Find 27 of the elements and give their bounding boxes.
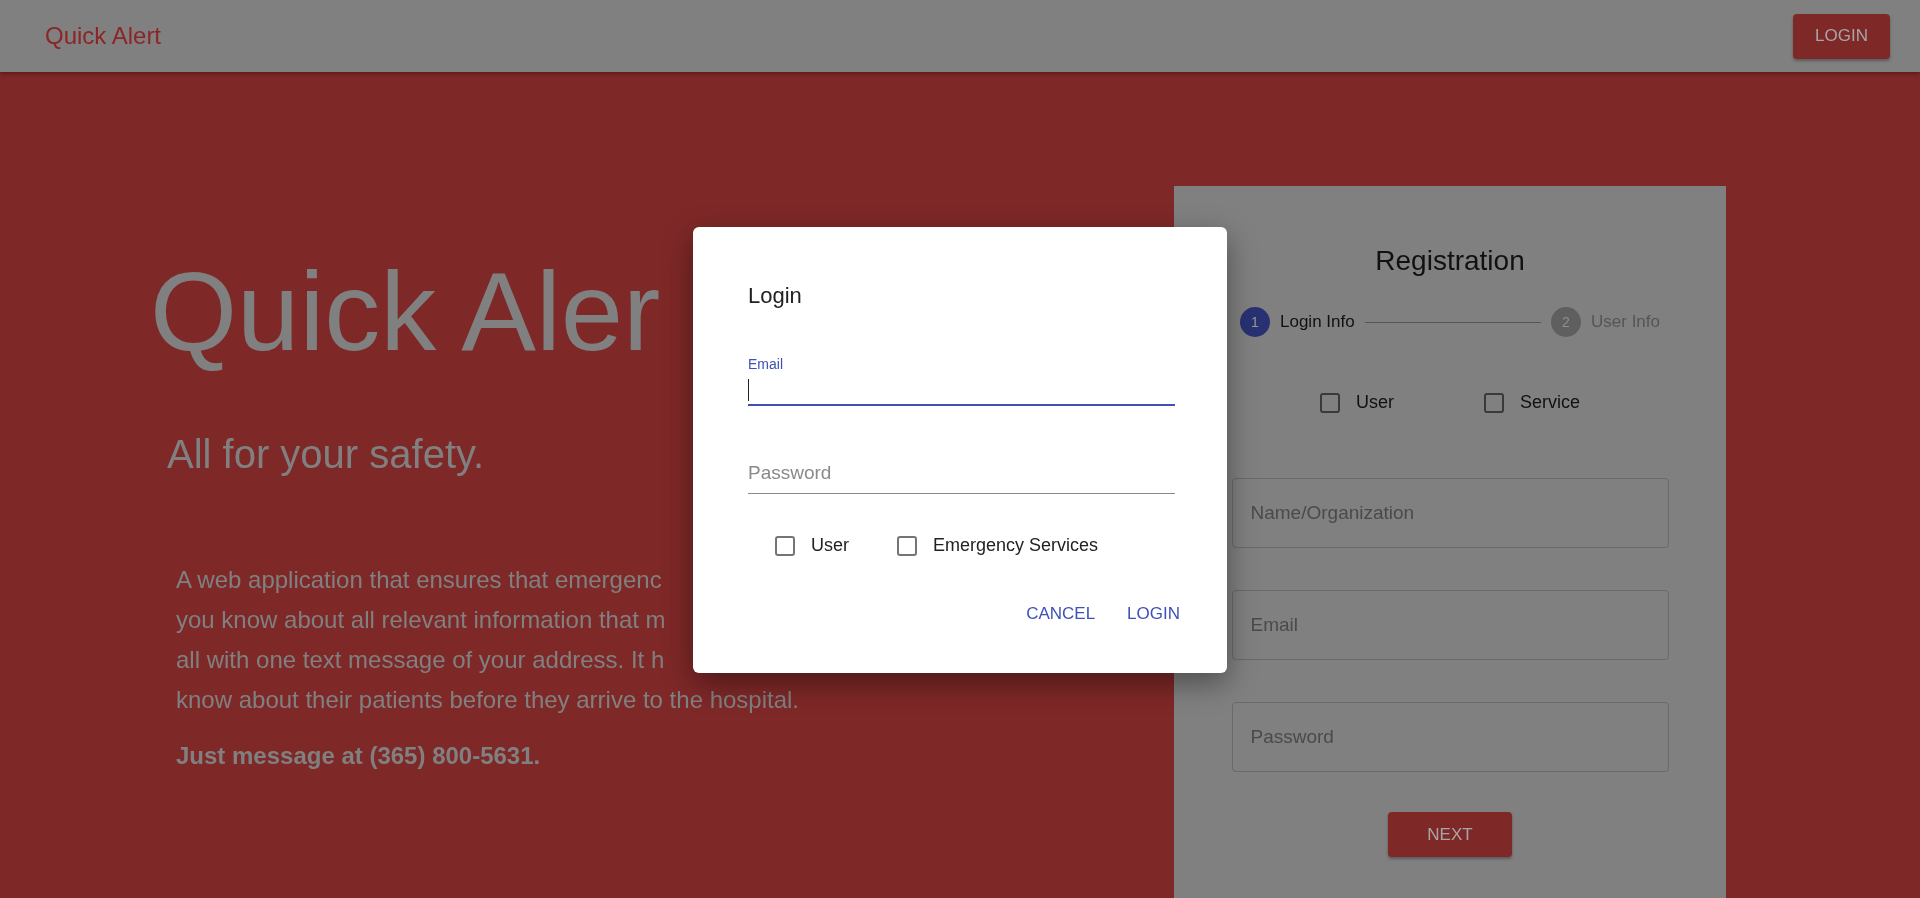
description-line: A web application that ensures that emergenc	[176, 565, 662, 595]
checkbox-label: User	[811, 534, 849, 557]
checkbox[interactable]	[897, 535, 917, 556]
dialog-title: Login	[748, 282, 803, 310]
next-button[interactable]: NEXT	[1388, 812, 1512, 857]
field-label: Password	[748, 460, 833, 485]
description-line: all with one text message of your address. It h	[176, 645, 665, 675]
checkbox-label: Emergency Services	[933, 534, 1099, 557]
contact-text: Just message at (365) 800-5631.	[176, 741, 541, 771]
dialog-button[interactable]: LOGIN	[1119, 595, 1188, 633]
text-cursor	[748, 378, 749, 401]
field-label: Email	[748, 355, 784, 374]
text-field[interactable]: Email	[748, 354, 1175, 406]
checkbox[interactable]	[775, 535, 795, 556]
step-label: Login Info	[1280, 311, 1355, 334]
checkbox-label: User	[1355, 391, 1394, 414]
dialog-button[interactable]: CANCEL	[1018, 595, 1104, 633]
checkbox[interactable]	[1484, 392, 1504, 413]
registration-title: Registration	[1375, 244, 1525, 278]
checkbox-label: Service	[1520, 391, 1580, 414]
login-button[interactable]: LOGIN	[1793, 13, 1890, 59]
checkbox[interactable]	[1319, 392, 1340, 413]
hero-subtitle: All for your safety.	[167, 431, 485, 478]
step-number: 1	[1240, 307, 1270, 337]
app-title: Quick Alert	[45, 21, 162, 51]
description-line: you know about all relevant information that m	[176, 605, 666, 635]
description-line: know about their patients before they arrive to the hospital.	[176, 685, 800, 715]
